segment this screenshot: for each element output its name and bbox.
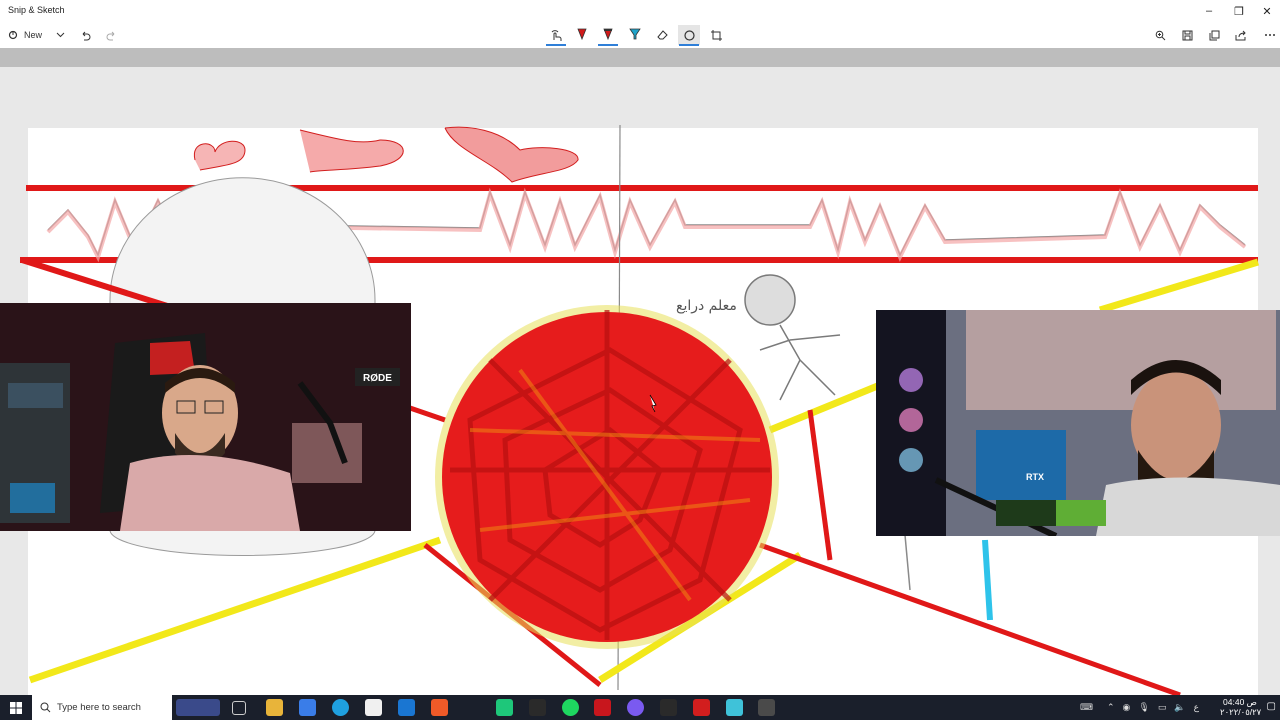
taskbar-search[interactable]: Type here to search (32, 695, 172, 720)
clock-date: ٢٠٢٢/٠٥/٢٧ (1220, 707, 1262, 717)
gpu-box-logo: RTX (1026, 472, 1044, 482)
red-line-vertical (807, 409, 833, 561)
yellow-line-right-top (1098, 258, 1260, 314)
notification-icon[interactable]: ▢ (1267, 701, 1276, 712)
app-cyan-icon[interactable] (726, 699, 743, 716)
app-multicolor-icon[interactable] (529, 699, 546, 716)
app-green-icon[interactable] (496, 699, 513, 716)
store-icon[interactable] (365, 699, 382, 716)
app-red-window-icon[interactable] (693, 699, 710, 716)
sketch-handwritten-text: معلم درايع (676, 298, 737, 314)
heart-large-sketch (444, 126, 579, 183)
webcam-right-scene: RTX (876, 310, 1280, 536)
volume-icon[interactable]: 🔈 (1174, 702, 1185, 713)
office-icon[interactable] (299, 699, 316, 716)
keyboard-icon[interactable]: ⌨ (1080, 702, 1093, 713)
app-pen-icon[interactable] (660, 699, 677, 716)
network-icon[interactable]: ▭ (1158, 702, 1167, 713)
cyan-line (982, 539, 993, 621)
search-placeholder: Type here to search (57, 702, 141, 713)
heart-small-sketch (193, 140, 246, 171)
task-view-icon[interactable] (232, 701, 246, 715)
language-indicator[interactable]: ع (1194, 702, 1199, 713)
mail-icon[interactable] (398, 699, 415, 716)
stick-figure-sketch (744, 274, 841, 401)
snip-sketch-taskbar-icon[interactable] (758, 699, 775, 716)
yellow-line-left (28, 536, 442, 684)
windows-logo-icon (10, 701, 22, 714)
news-widget-icon[interactable] (176, 699, 220, 716)
webcam-tray-icon[interactable]: ◉ (1123, 702, 1131, 713)
taskbar: Type here to search ⌨ ⌃ ◉ 🎙 ▭ 🔈 ع 04:40 … (0, 695, 1280, 720)
brave-icon[interactable] (431, 699, 448, 716)
discord-icon[interactable] (627, 699, 644, 716)
red-line-left-mid (409, 405, 446, 423)
clock[interactable]: 04:40 ص ٢٠٢٢/٠٥/٢٧ (1220, 697, 1262, 717)
file-explorer-icon[interactable] (266, 699, 283, 716)
spotify-icon[interactable] (562, 699, 579, 716)
app-red-icon[interactable] (594, 699, 611, 716)
webcam-left-scene: RØDE (0, 303, 411, 531)
rode-logo-text: RØDE (363, 373, 392, 384)
heart-medium-sketch (299, 129, 404, 173)
search-icon (40, 702, 51, 713)
clock-time: 04:40 ص (1223, 697, 1257, 707)
gray-stroke-small (904, 534, 911, 591)
yellow-line-right-mid (768, 381, 882, 434)
webcam-right: RTX (876, 310, 1280, 536)
edge-icon[interactable] (332, 699, 349, 716)
microphone-icon[interactable]: 🎙 (1138, 702, 1149, 713)
system-tray: ⌨ ⌃ ◉ 🎙 ▭ 🔈 ع (1080, 695, 1199, 720)
webcam-left: RØDE (0, 303, 411, 531)
tray-chevron-icon[interactable]: ⌃ (1107, 702, 1115, 713)
start-button[interactable] (0, 695, 32, 720)
red-line-right-bottom (759, 542, 1181, 698)
